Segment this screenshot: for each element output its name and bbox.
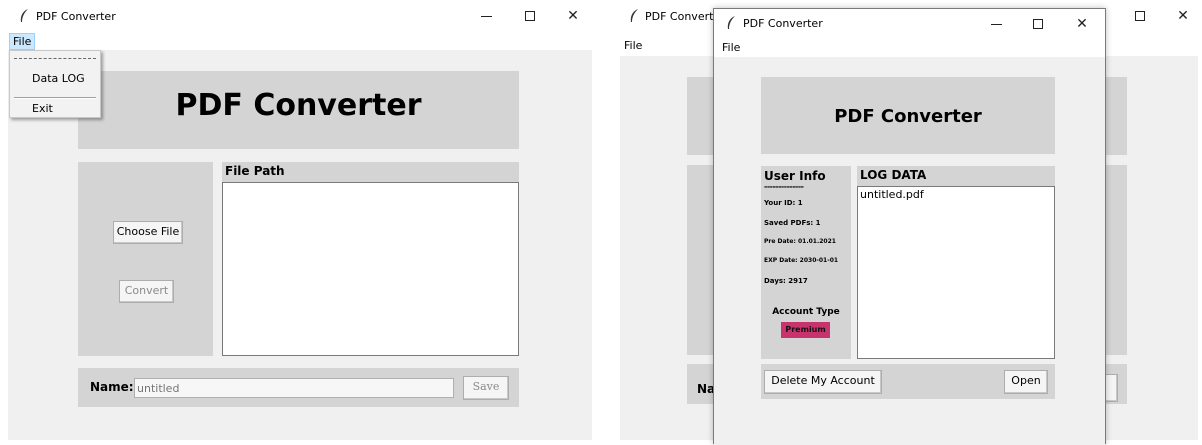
feather-icon [20,9,28,22]
close-icon[interactable]: ✕ [1072,16,1092,32]
log-heading: PDF Converter [834,106,982,127]
minimize-icon[interactable] [986,16,1006,32]
name-input[interactable] [134,378,454,398]
close-icon[interactable]: ✕ [1173,8,1193,24]
menu-file[interactable]: File [621,38,645,53]
minimize-icon[interactable] [476,8,496,24]
controls-panel [78,162,213,356]
name-label: Name: [90,380,134,394]
feather-icon [630,9,638,22]
menu-separator [14,97,96,99]
open-button[interactable]: Open [1004,370,1048,394]
exp-date: EXP Date: 2030-01-01 [764,257,839,264]
menu-file[interactable]: File [9,33,36,50]
account-type-badge: Premium [781,322,830,338]
file-path-box[interactable] [222,182,519,356]
convert-button[interactable]: Convert [119,280,174,303]
menu-file[interactable]: File [719,40,743,55]
log-data-header: LOG DATA [857,166,1055,187]
user-info-title: User Info [764,169,826,183]
file-dropdown-menu: Data LOG Exit [9,50,101,118]
maximize-icon[interactable] [520,8,540,24]
tearoff-line[interactable] [14,58,96,59]
main-heading: PDF Converter [175,88,422,123]
user-info-separator: -------------- [764,182,804,191]
save-button[interactable]: Save [463,376,509,400]
main-menubar: File [0,32,600,50]
feather-icon [727,16,735,29]
file-path-header: File Path [222,162,519,182]
log-window-title: PDF Converter [743,17,823,30]
maximize-icon[interactable] [1130,8,1150,24]
saved-pdfs: Saved PDFs: 1 [764,219,821,227]
delete-account-button[interactable]: Delete My Account [764,370,882,394]
log-titlebar: PDF Converter ✕ [714,9,1105,37]
account-type-label: Account Type [772,307,840,317]
maximize-icon[interactable] [1028,16,1048,32]
days-remaining: Days: 2917 [764,277,808,285]
menu-item-exit[interactable]: Exit [32,102,53,115]
log-entry[interactable]: untitled.pdf [860,188,924,201]
main-window-title: PDF Converter [36,10,116,23]
log-menubar: File [714,37,1105,55]
main-window: PDF Converter ✕ File PDF Converter Choos… [0,0,600,444]
close-icon[interactable]: ✕ [563,8,583,24]
user-id: Your ID: 1 [764,199,803,207]
log-data-list[interactable]: untitled.pdf [857,186,1055,359]
menu-item-data-log[interactable]: Data LOG [32,72,85,85]
back-window-title: PDF Converte [645,10,721,23]
choose-file-button[interactable]: Choose File [113,221,183,244]
pre-date: Pre Date: 01.01.2021 [764,238,836,245]
main-titlebar: PDF Converter ✕ [0,0,600,32]
